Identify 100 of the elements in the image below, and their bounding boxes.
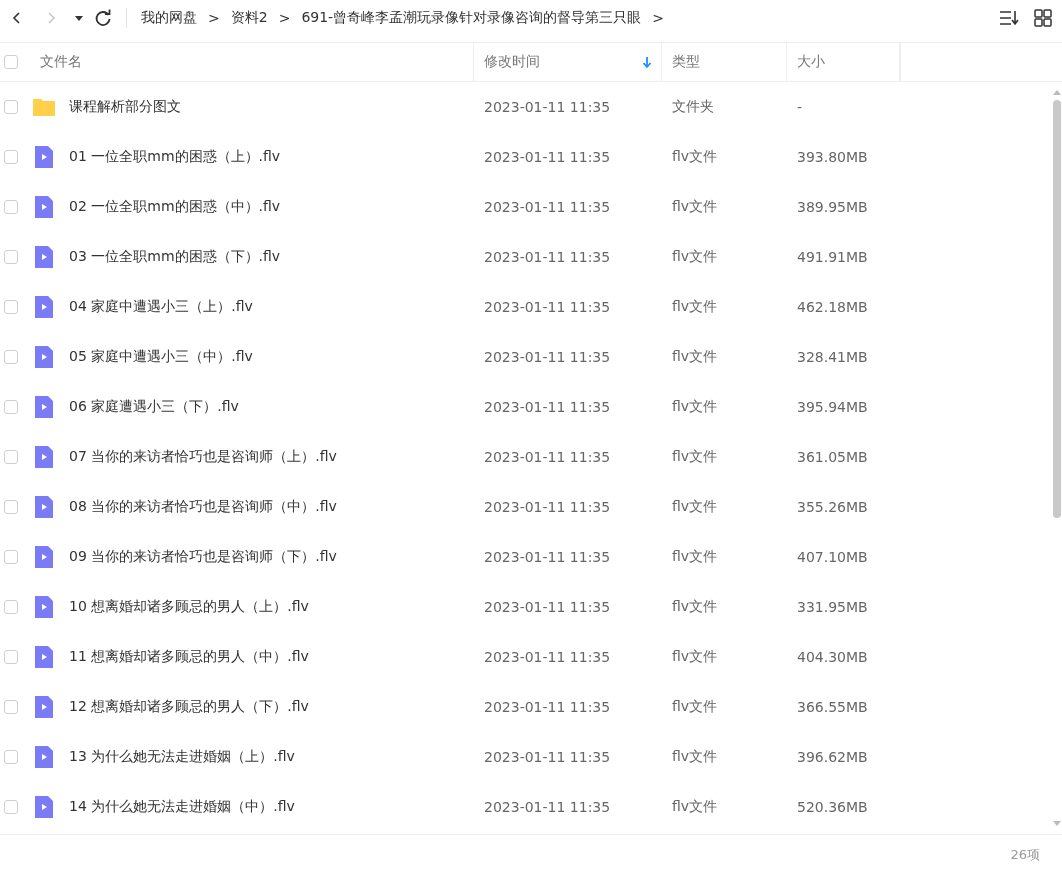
row-checkbox[interactable] bbox=[4, 200, 18, 214]
select-all-checkbox[interactable] bbox=[4, 55, 18, 69]
modified-time: 2023-01-11 11:35 bbox=[483, 449, 612, 465]
modified-time: 2023-01-11 11:35 bbox=[483, 699, 612, 715]
modified-time: 2023-01-11 11:35 bbox=[483, 799, 612, 815]
file-name[interactable]: 08 当你的来访者恰巧也是咨询师（中）.flv bbox=[69, 498, 337, 516]
file-size: 462.18MB bbox=[796, 299, 869, 315]
modified-time: 2023-01-11 11:35 bbox=[483, 199, 612, 215]
file-name[interactable]: 10 想离婚却诸多顾忌的男人（上）.flv bbox=[69, 598, 309, 616]
file-type: flv文件 bbox=[671, 298, 719, 316]
file-size: 491.91MB bbox=[796, 249, 869, 265]
file-type: flv文件 bbox=[671, 148, 719, 166]
modified-time: 2023-01-11 11:35 bbox=[483, 749, 612, 765]
file-size: - bbox=[796, 99, 804, 115]
file-size: 396.62MB bbox=[796, 749, 869, 765]
row-checkbox[interactable] bbox=[4, 700, 18, 714]
video-file-icon bbox=[32, 395, 56, 419]
video-file-icon bbox=[32, 595, 56, 619]
row-checkbox[interactable] bbox=[4, 350, 18, 364]
video-file-icon bbox=[32, 695, 56, 719]
column-header[interactable]: 大小 bbox=[787, 43, 900, 81]
dropdown-icon[interactable] bbox=[74, 13, 84, 23]
file-size: 355.26MB bbox=[796, 499, 869, 515]
file-name[interactable]: 05 家庭中遭遇小三（中）.flv bbox=[69, 348, 253, 366]
modified-time: 2023-01-11 11:35 bbox=[483, 149, 612, 165]
file-name[interactable]: 03 一位全职mm的困惑（下）.flv bbox=[69, 248, 281, 266]
video-file-icon bbox=[32, 445, 56, 469]
modified-time: 2023-01-11 11:35 bbox=[483, 299, 612, 315]
file-size: 404.30MB bbox=[796, 649, 869, 665]
file-size: 395.94MB bbox=[796, 399, 869, 415]
modified-time: 2023-01-11 11:35 bbox=[483, 249, 612, 265]
column-header[interactable]: 修改时间 bbox=[474, 43, 662, 81]
file-name[interactable]: 04 家庭中遭遇小三（上）.flv bbox=[69, 298, 253, 316]
row-checkbox[interactable] bbox=[4, 500, 18, 514]
file-size: 366.55MB bbox=[796, 699, 869, 715]
file-size: 331.95MB bbox=[796, 599, 869, 615]
row-checkbox[interactable] bbox=[4, 100, 18, 114]
video-file-icon bbox=[32, 795, 56, 819]
row-checkbox[interactable] bbox=[4, 550, 18, 564]
file-type: flv文件 bbox=[671, 798, 719, 816]
file-name[interactable]: 11 想离婚却诸多顾忌的男人（中）.flv bbox=[69, 648, 309, 666]
sort-down-arrow-icon bbox=[641, 55, 653, 69]
file-name[interactable]: 12 想离婚却诸多顾忌的男人（下）.flv bbox=[69, 698, 309, 716]
modified-time: 2023-01-11 11:35 bbox=[483, 599, 612, 615]
modified-time: 2023-01-11 11:35 bbox=[483, 99, 612, 115]
file-name[interactable]: 课程解析部分图文 bbox=[69, 98, 181, 116]
video-file-icon bbox=[32, 545, 56, 569]
modified-time: 2023-01-11 11:35 bbox=[483, 549, 612, 565]
file-size: 328.41MB bbox=[796, 349, 869, 365]
file-name[interactable]: 07 当你的来访者恰巧也是咨询师（上）.flv bbox=[69, 448, 337, 466]
video-file-icon bbox=[32, 745, 56, 769]
file-type: flv文件 bbox=[671, 198, 719, 216]
grid-view-icon[interactable] bbox=[1032, 7, 1054, 29]
row-checkbox[interactable] bbox=[4, 600, 18, 614]
modified-time: 2023-01-11 11:35 bbox=[483, 349, 612, 365]
file-type: flv文件 bbox=[671, 748, 719, 766]
row-checkbox[interactable] bbox=[4, 400, 18, 414]
refresh-icon[interactable] bbox=[94, 9, 112, 27]
row-checkbox[interactable] bbox=[4, 800, 18, 814]
file-name[interactable]: 09 当你的来访者恰巧也是咨询师（下）.flv bbox=[69, 548, 337, 566]
file-type: flv文件 bbox=[671, 498, 719, 516]
file-type: flv文件 bbox=[671, 448, 719, 466]
file-type: flv文件 bbox=[671, 548, 719, 566]
video-file-icon bbox=[32, 145, 56, 169]
video-file-icon bbox=[32, 645, 56, 669]
file-type: flv文件 bbox=[671, 648, 719, 666]
file-name[interactable]: 13 为什么她无法走进婚姻（上）.flv bbox=[69, 748, 295, 766]
file-type: flv文件 bbox=[671, 598, 719, 616]
file-name[interactable]: 14 为什么她无法走进婚姻（中）.flv bbox=[69, 798, 295, 816]
row-checkbox[interactable] bbox=[4, 150, 18, 164]
file-type: flv文件 bbox=[671, 248, 719, 266]
row-checkbox[interactable] bbox=[4, 250, 18, 264]
row-checkbox[interactable] bbox=[4, 300, 18, 314]
modified-time: 2023-01-11 11:35 bbox=[483, 649, 612, 665]
column-header[interactable]: 文件名 bbox=[30, 43, 474, 81]
file-name[interactable]: 01 一位全职mm的困惑（上）.flv bbox=[69, 148, 281, 166]
video-file-icon bbox=[32, 495, 56, 519]
row-checkbox[interactable] bbox=[4, 450, 18, 464]
file-name[interactable]: 02 一位全职mm的困惑（中）.flv bbox=[69, 198, 281, 216]
breadcrumb-separator: > bbox=[652, 10, 664, 26]
breadcrumb-separator: > bbox=[278, 10, 291, 26]
file-size: 393.80MB bbox=[796, 149, 869, 165]
breadcrumb-link[interactable]: 我的网盘 bbox=[141, 9, 197, 27]
modified-time: 2023-01-11 11:35 bbox=[483, 499, 612, 515]
item-count: 26项 bbox=[1010, 846, 1040, 864]
file-size: 520.36MB bbox=[796, 799, 869, 815]
breadcrumb-link[interactable]: 资料2 bbox=[230, 9, 268, 27]
row-checkbox[interactable] bbox=[4, 750, 18, 764]
breadcrumb-separator: > bbox=[208, 10, 220, 26]
row-checkbox[interactable] bbox=[4, 650, 18, 664]
file-type: 文件夹 bbox=[671, 98, 715, 116]
file-size: 407.10MB bbox=[796, 549, 869, 565]
video-file-icon bbox=[32, 245, 56, 269]
file-type: flv文件 bbox=[671, 398, 719, 416]
column-header[interactable]: 类型 bbox=[662, 43, 787, 81]
file-type: flv文件 bbox=[671, 698, 719, 716]
breadcrumb-link[interactable]: 691-曾奇峰李孟潮玩录像针对录像咨询的督导第三只眼 bbox=[301, 9, 642, 27]
file-type: flv文件 bbox=[671, 348, 719, 366]
file-name[interactable]: 06 家庭遭遇小三（下）.flv bbox=[69, 398, 239, 416]
scrollbar[interactable] bbox=[1052, 88, 1062, 828]
